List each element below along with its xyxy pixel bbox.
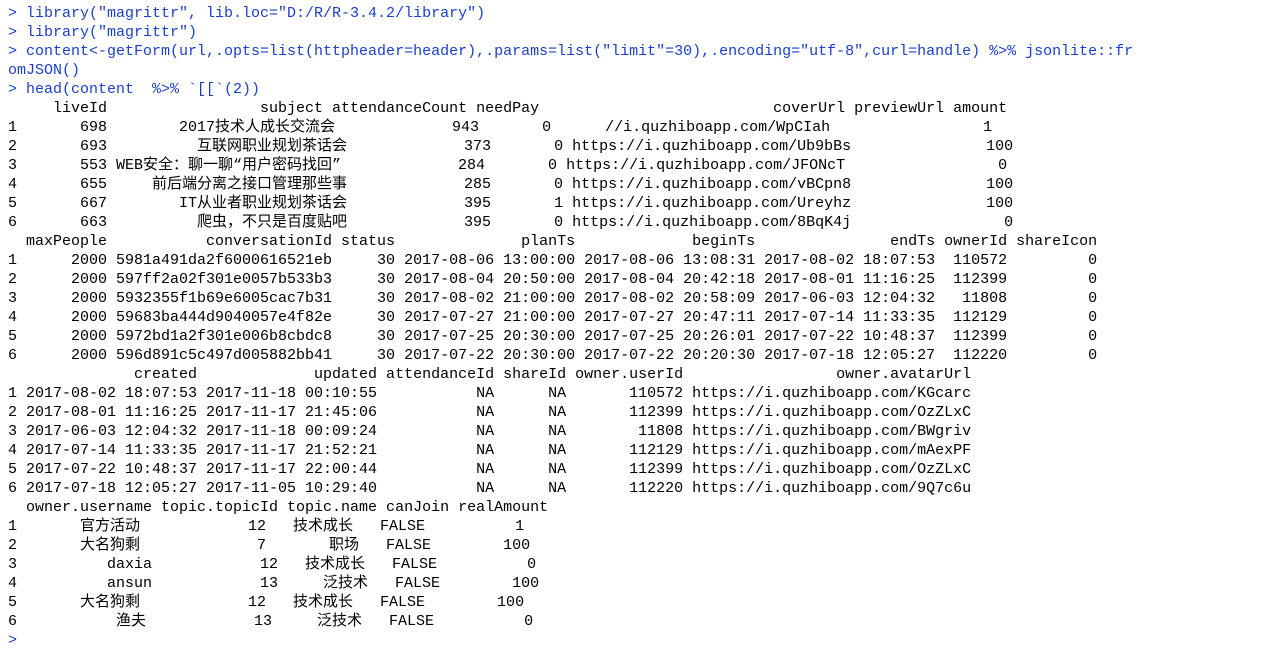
r-output-line: 2 2000 597ff2a02f301e0057b533b3 30 2017-… <box>8 271 1097 288</box>
r-console[interactable]: > library("magrittr", lib.loc="D:/R/R-3.… <box>0 0 1280 654</box>
r-output-line: 1 2000 5981a491da2f6000616521eb 30 2017-… <box>8 252 1097 269</box>
r-output-line: 1 698 2017技术人成长交流会 943 0 //i.quzhiboapp.… <box>8 119 992 136</box>
r-output-line: 2 2017-08-01 11:16:25 2017-11-17 21:45:0… <box>8 404 971 421</box>
r-output-line: 5 2017-07-22 10:48:37 2017-11-17 22:00:4… <box>8 461 971 478</box>
r-output-line: 3 daxia 12 技术成长 FALSE 0 <box>8 556 536 573</box>
r-command-line: omJSON() <box>8 62 80 79</box>
r-prompt[interactable]: > <box>8 632 26 649</box>
r-output-line: 6 663 爬虫，不只是百度贴吧 395 0 https://i.quzhibo… <box>8 214 1013 231</box>
r-output-line: 4 2017-07-14 11:33:35 2017-11-17 21:52:2… <box>8 442 971 459</box>
r-output-line: created updated attendanceId shareId own… <box>8 366 971 383</box>
r-command-line: > library("magrittr", lib.loc="D:/R/R-3.… <box>8 5 485 22</box>
r-output-line: 5 667 IT从业者职业规划茶话会 395 1 https://i.quzhi… <box>8 195 1013 212</box>
r-output-line: 2 大名狗剩 7 职场 FALSE 100 <box>8 537 530 554</box>
r-command-line: > library("magrittr") <box>8 24 197 41</box>
r-command-line: > head(content %>% `[[`(2)) <box>8 81 260 98</box>
r-output-line: 3 553 WEB安全：聊一聊“用户密码找回” 284 0 https://i.… <box>8 157 1007 174</box>
r-output-line: 2 693 互联网职业规划茶话会 373 0 https://i.quzhibo… <box>8 138 1013 155</box>
r-output-line: 6 渔夫 13 泛技术 FALSE 0 <box>8 613 533 630</box>
r-output-line: 4 655 前后端分离之接口管理那些事 285 0 https://i.quzh… <box>8 176 1013 193</box>
r-output-line: liveId subject attendanceCount needPay c… <box>8 100 1007 117</box>
r-output-line: 4 2000 59683ba444d9040057e4f82e 30 2017-… <box>8 309 1097 326</box>
r-output-line: 1 官方活动 12 技术成长 FALSE 1 <box>8 518 524 535</box>
r-output-line: 6 2000 596d891c5c497d005882bb41 30 2017-… <box>8 347 1097 364</box>
r-output-line: 1 2017-08-02 18:07:53 2017-11-18 00:10:5… <box>8 385 971 402</box>
r-output-line: maxPeople conversationId status planTs b… <box>8 233 1097 250</box>
r-output-line: 5 大名狗剩 12 技术成长 FALSE 100 <box>8 594 524 611</box>
r-output-line: 3 2000 5932355f1b69e6005cac7b31 30 2017-… <box>8 290 1097 307</box>
r-output-line: 3 2017-06-03 12:04:32 2017-11-18 00:09:2… <box>8 423 971 440</box>
r-output-line: 4 ansun 13 泛技术 FALSE 100 <box>8 575 539 592</box>
r-command-line: > content<-getForm(url,.opts=list(httphe… <box>8 43 1133 60</box>
r-output-line: owner.username topic.topicId topic.name … <box>8 499 548 516</box>
r-output-line: 6 2017-07-18 12:05:27 2017-11-05 10:29:4… <box>8 480 971 497</box>
r-output-line: 5 2000 5972bd1a2f301e006b8cbdc8 30 2017-… <box>8 328 1097 345</box>
